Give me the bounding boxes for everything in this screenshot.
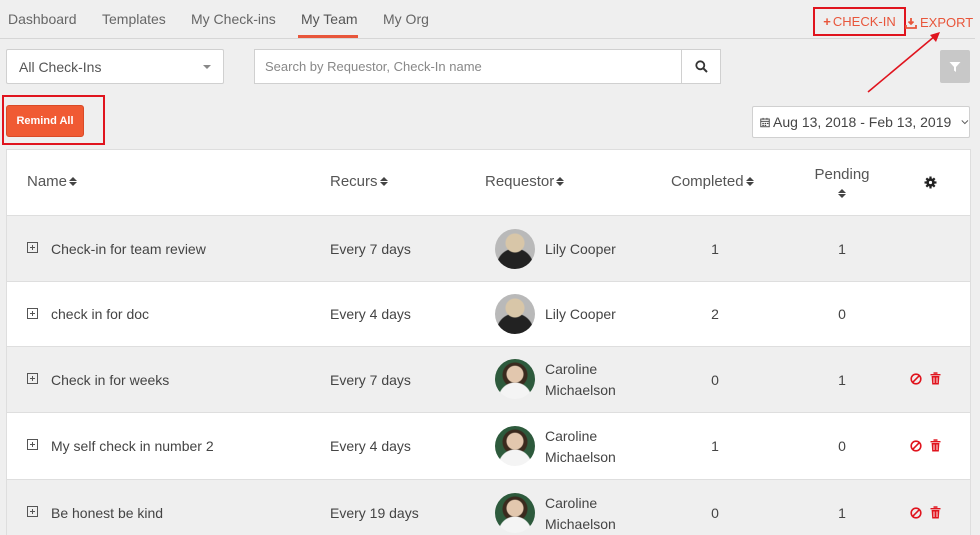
requestor-last-name: Michaelson [545, 449, 616, 465]
deactivate-icon[interactable] [910, 373, 922, 385]
search-icon [694, 60, 708, 73]
checkin-name: Be honest be kind [51, 505, 164, 521]
trash-icon[interactable] [930, 372, 941, 385]
checkin-name: check in for doc [51, 306, 150, 322]
caret-down-icon [203, 65, 211, 69]
checkin-name: My self check in number 2 [51, 438, 214, 454]
sort-icon [556, 177, 565, 186]
pending-count: 1 [838, 372, 846, 388]
requestor-name: Lily Cooper [545, 306, 616, 322]
sort-icon [838, 189, 846, 198]
filter-button[interactable] [940, 50, 970, 83]
checkin-filter-select[interactable]: All Check-Ins [6, 49, 224, 84]
expand-icon[interactable] [27, 506, 38, 517]
sort-icon [379, 177, 388, 186]
deactivate-icon[interactable] [910, 507, 922, 519]
recurs-value: Every 19 days [330, 505, 419, 521]
expand-icon[interactable] [27, 373, 38, 384]
column-label: Name [27, 173, 68, 190]
gear-icon[interactable] [924, 176, 937, 189]
checkin-name: Check-in for team review [51, 241, 206, 257]
column-header-name[interactable]: Name [27, 173, 78, 190]
completed-count: 1 [711, 241, 719, 257]
column-header-recurs[interactable]: Recurs [330, 173, 388, 190]
chevron-down-icon [961, 120, 969, 125]
active-tab-indicator [298, 35, 358, 38]
avatar [495, 229, 535, 269]
expand-icon[interactable] [27, 242, 38, 253]
table-row: My self check in number 2 Every 4 days C… [7, 413, 970, 480]
tab-my-team[interactable]: My Team [301, 11, 358, 27]
checkins-table: Name Recurs Requestor Completed Pending [6, 149, 971, 535]
search-input[interactable] [254, 49, 682, 84]
pending-count: 1 [838, 241, 846, 257]
column-header-completed[interactable]: Completed [671, 173, 754, 190]
avatar [495, 294, 535, 334]
tab-templates[interactable]: Templates [102, 11, 166, 27]
pending-count: 0 [838, 438, 846, 454]
expand-icon[interactable] [27, 439, 38, 450]
completed-count: 2 [711, 306, 719, 322]
column-header-requestor[interactable]: Requestor [485, 173, 565, 190]
check-in-button[interactable]: + CHECK-IN [813, 7, 906, 36]
plus-icon: + [823, 14, 831, 29]
sort-icon [745, 177, 754, 186]
requestor-first-name: Caroline [545, 495, 598, 511]
date-range-picker[interactable]: Aug 13, 2018 - Feb 13, 2019 [752, 106, 970, 138]
check-in-label: CHECK-IN [832, 14, 896, 29]
requestor-first-name: Caroline [545, 361, 598, 377]
requestor-name: Lily Cooper [545, 241, 616, 257]
table-row: Be honest be kind Every 19 days Caroline… [7, 480, 970, 535]
recurs-value: Every 4 days [330, 438, 411, 454]
date-range-value: Aug 13, 2018 - Feb 13, 2019 [773, 114, 952, 130]
completed-count: 0 [711, 372, 719, 388]
column-label: Requestor [485, 173, 555, 190]
requestor-last-name: Michaelson [545, 516, 616, 532]
checkin-filter-value: All Check-Ins [19, 59, 102, 75]
download-icon [905, 17, 917, 29]
requestor-first-name: Caroline [545, 428, 598, 444]
column-header-pending[interactable]: Pending [807, 166, 877, 198]
funnel-icon [949, 61, 961, 72]
remind-all-button[interactable]: Remind All [6, 105, 84, 137]
avatar [495, 493, 535, 533]
requestor-last-name: Michaelson [545, 382, 616, 398]
checkin-name: Check in for weeks [51, 372, 170, 388]
table-row: Check-in for team review Every 7 days Li… [7, 216, 970, 282]
recurs-value: Every 7 days [330, 372, 411, 388]
calendar-icon [760, 117, 770, 127]
export-label: EXPORT [920, 15, 974, 30]
completed-count: 1 [711, 438, 719, 454]
completed-count: 0 [711, 505, 719, 521]
avatar [495, 426, 535, 466]
tab-dashboard[interactable]: Dashboard [8, 11, 77, 27]
recurs-value: Every 4 days [330, 306, 411, 322]
table-header: Name Recurs Requestor Completed Pending [7, 150, 970, 216]
column-label: Recurs [330, 173, 378, 190]
deactivate-icon[interactable] [910, 440, 922, 452]
table-row: check in for doc Every 4 days Lily Coope… [7, 282, 970, 347]
pending-count: 0 [838, 306, 846, 322]
column-label: Completed [671, 173, 744, 190]
trash-icon[interactable] [930, 439, 941, 452]
expand-icon[interactable] [27, 308, 38, 319]
export-button[interactable]: EXPORT [905, 15, 973, 30]
tab-my-org[interactable]: My Org [383, 11, 429, 27]
sort-icon [69, 177, 78, 186]
trash-icon[interactable] [930, 506, 941, 519]
pending-count: 1 [838, 505, 846, 521]
recurs-value: Every 7 days [330, 241, 411, 257]
table-row: Check in for weeks Every 7 days Caroline… [7, 347, 970, 413]
column-label: Pending [814, 166, 870, 183]
tab-my-check-ins[interactable]: My Check-ins [191, 11, 276, 27]
avatar [495, 359, 535, 399]
search-button[interactable] [681, 49, 721, 84]
